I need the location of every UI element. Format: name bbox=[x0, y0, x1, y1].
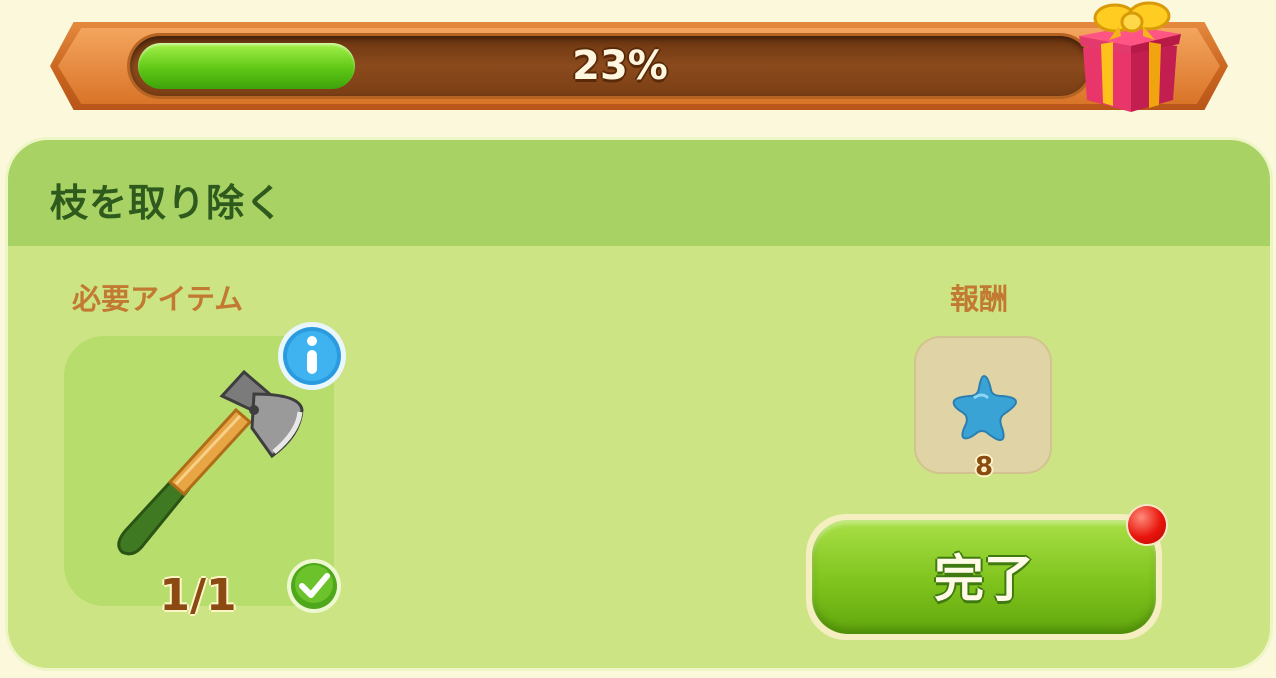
blue-star-icon bbox=[952, 374, 1018, 442]
complete-button[interactable]: 完了 bbox=[806, 514, 1162, 640]
task-panel: 枝を取り除く 必要アイテム 報酬 1/1 8 完了 bbox=[8, 140, 1270, 668]
axe-icon bbox=[117, 369, 304, 556]
gift-box-icon[interactable] bbox=[1075, 0, 1185, 115]
info-icon[interactable] bbox=[276, 320, 348, 392]
required-item-count: 1/1 bbox=[159, 570, 237, 621]
reward-label: 報酬 bbox=[950, 282, 1009, 316]
task-title: 枝を取り除く bbox=[50, 181, 285, 225]
checkmark-icon bbox=[287, 559, 341, 613]
complete-button-face: 完了 bbox=[812, 520, 1156, 634]
notification-dot-icon bbox=[1128, 506, 1166, 544]
complete-button-label: 完了 bbox=[934, 550, 1034, 608]
required-items-label: 必要アイテム bbox=[72, 282, 244, 316]
reward-amount: 8 bbox=[974, 452, 994, 482]
progress-percent-label: 23% bbox=[572, 43, 668, 89]
